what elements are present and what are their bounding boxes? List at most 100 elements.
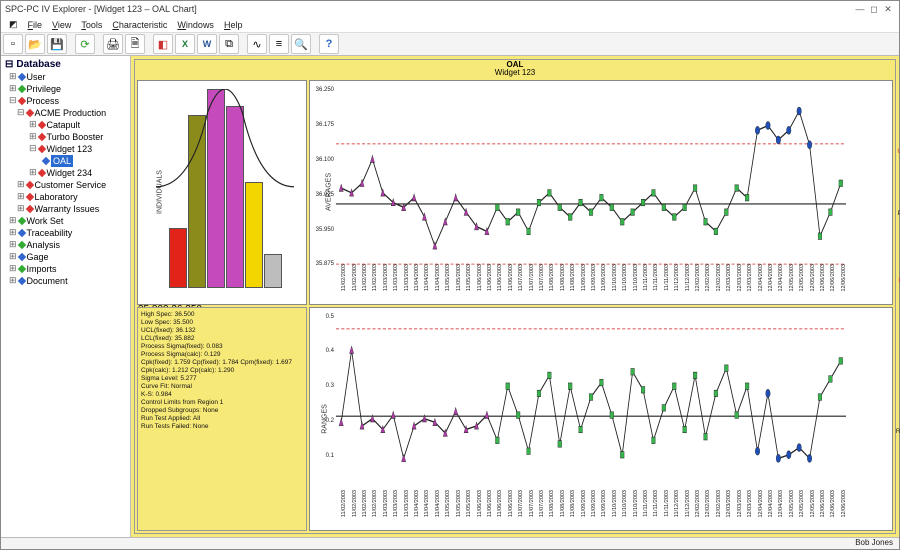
- tree-item-privilege[interactable]: ⊞Privilege: [3, 83, 128, 95]
- x-tick: 11/10/2003: [612, 264, 618, 298]
- x-tick: 12/02/2003: [695, 490, 701, 524]
- zoom-icon[interactable]: 🔍: [291, 34, 311, 54]
- x-tick: 11/12/2003: [685, 490, 691, 524]
- tree-item-customer-service[interactable]: ⊞Customer Service: [3, 179, 128, 191]
- x-tick: 11/08/2003: [560, 490, 566, 524]
- export-word-icon[interactable]: W: [197, 34, 217, 54]
- tree-item-traceability[interactable]: ⊞Traceability: [3, 227, 128, 239]
- x-tick: 11/10/2003: [622, 264, 628, 298]
- status-user: Bob Jones: [855, 538, 893, 547]
- x-tick: 11/03/2003: [404, 264, 410, 298]
- open-icon[interactable]: 📂: [25, 34, 45, 54]
- tree-item-oal[interactable]: OAL: [3, 155, 128, 167]
- x-tick: 11/03/2003: [404, 490, 410, 524]
- export-excel-icon[interactable]: X: [175, 34, 195, 54]
- x-tick: 11/02/2003: [341, 264, 347, 298]
- x-tick: 11/12/2003: [685, 264, 691, 298]
- save-icon[interactable]: 💾: [47, 34, 67, 54]
- x-tick: 11/04/2003: [435, 490, 441, 524]
- tree-item-gage[interactable]: ⊞Gage: [3, 251, 128, 263]
- x-tick: 12/06/2003: [830, 490, 836, 524]
- stat-line: Curve Fit: Normal: [141, 383, 303, 391]
- x-tick: 11/04/2003: [414, 264, 420, 298]
- chart-area: OAL Widget 123 INDIVIDUALS 35.800 36.250: [131, 56, 899, 537]
- x-tick: 12/06/2003: [820, 490, 826, 524]
- x-tick: 12/05/2003: [789, 264, 795, 298]
- print-preview-icon[interactable]: 🗎: [125, 34, 145, 54]
- x-tick: 11/04/2003: [424, 490, 430, 524]
- x-tick: 11/04/2003: [435, 264, 441, 298]
- tree-item-turbo-booster[interactable]: ⊞Turbo Booster: [3, 131, 128, 143]
- new-icon[interactable]: ▫: [3, 34, 23, 54]
- app-icon: ◩: [5, 19, 22, 30]
- x-tick: 11/07/2003: [539, 490, 545, 524]
- x-tick: 12/02/2003: [705, 264, 711, 298]
- x-tick: 12/05/2003: [799, 490, 805, 524]
- tree-item-analysis[interactable]: ⊞Analysis: [3, 239, 128, 251]
- x-tick: 11/06/2003: [477, 490, 483, 524]
- stat-line: UCL(fixed): 36.132: [141, 327, 303, 335]
- stat-line: High Spec: 36.500: [141, 311, 303, 319]
- stat-line: Dropped Subgroups: None: [141, 407, 303, 415]
- x-tick: 11/10/2003: [622, 490, 628, 524]
- tree-item-catapult[interactable]: ⊞Catapult: [3, 119, 128, 131]
- tree-item-warranty-issues[interactable]: ⊞Warranty Issues: [3, 203, 128, 215]
- tree-item-acme-production[interactable]: ⊟ACME Production: [3, 107, 128, 119]
- x-tick: 11/10/2003: [612, 490, 618, 524]
- close-button[interactable]: ✕: [881, 4, 895, 15]
- x-tick: 11/02/2003: [372, 490, 378, 524]
- minimize-button[interactable]: —: [853, 4, 867, 14]
- menu-help[interactable]: Help: [220, 20, 247, 30]
- x-tick: 12/04/2003: [778, 264, 784, 298]
- menu-characteristic[interactable]: Characteristic: [108, 20, 171, 30]
- tree-item-imports[interactable]: ⊞Imports: [3, 263, 128, 275]
- stat-line: Process Sigma(fixed): 0.083: [141, 343, 303, 351]
- copy-icon[interactable]: ⧉: [219, 34, 239, 54]
- refresh-icon[interactable]: ⟳: [75, 34, 95, 54]
- x-tick: 11/03/2003: [393, 264, 399, 298]
- menu-windows[interactable]: Windows: [173, 20, 218, 30]
- menu-tools[interactable]: Tools: [77, 20, 106, 30]
- maximize-button[interactable]: ◻: [867, 4, 881, 15]
- x-tick: 12/02/2003: [695, 264, 701, 298]
- x-tick: 11/06/2003: [508, 490, 514, 524]
- x-tick: 12/06/2003: [820, 264, 826, 298]
- tree-item-process[interactable]: ⊟Process: [3, 95, 128, 107]
- rbar-label: RBAR=0.217: [896, 428, 900, 435]
- x-tick: 11/08/2003: [549, 264, 555, 298]
- x-tick: 11/06/2003: [477, 264, 483, 298]
- x-tick: 11/02/2003: [362, 490, 368, 524]
- print-icon[interactable]: 🖨: [103, 34, 123, 54]
- tree-item-widget-123[interactable]: ⊟Widget 123: [3, 143, 128, 155]
- x-tick: 11/11/2003: [664, 490, 670, 524]
- x-tick: 12/05/2003: [799, 264, 805, 298]
- report-icon[interactable]: ◧: [153, 34, 173, 54]
- status-bar: Bob Jones: [1, 537, 899, 549]
- tree-item-laboratory[interactable]: ⊞Laboratory: [3, 191, 128, 203]
- x-tick: 11/03/2003: [393, 490, 399, 524]
- tree-item-widget-234[interactable]: ⊞Widget 234: [3, 167, 128, 179]
- tree-item-user[interactable]: ⊞User: [3, 71, 128, 83]
- menu-file[interactable]: FFileile: [24, 20, 47, 30]
- tree-item-work-set[interactable]: ⊞Work Set: [3, 215, 128, 227]
- x-tick: 11/12/2003: [674, 264, 680, 298]
- tree-item-document[interactable]: ⊞Document: [3, 275, 128, 287]
- x-tick: 11/07/2003: [539, 264, 545, 298]
- x-tick: 11/08/2003: [560, 264, 566, 298]
- x-tick: 12/03/2003: [747, 490, 753, 524]
- menu-view[interactable]: View: [48, 20, 75, 30]
- histo-bar: [264, 254, 282, 287]
- x-tick: 12/06/2003: [841, 264, 847, 298]
- x-tick: 11/02/2003: [372, 264, 378, 298]
- x-tick: 11/09/2003: [591, 264, 597, 298]
- x-tick: 11/04/2003: [424, 264, 430, 298]
- x-tick: 11/05/2003: [456, 490, 462, 524]
- x-tick: 12/06/2003: [830, 264, 836, 298]
- spec-chart-icon[interactable]: ≡: [269, 34, 289, 54]
- x-tick: 11/06/2003: [497, 264, 503, 298]
- x-tick: 12/03/2003: [726, 264, 732, 298]
- title-bar: SPC-PC IV Explorer - [Widget 123 – OAL C…: [1, 1, 899, 17]
- control-chart-icon[interactable]: ∿: [247, 34, 267, 54]
- help-icon[interactable]: ?: [319, 34, 339, 54]
- histogram-panel: INDIVIDUALS 35.800 36.250: [137, 80, 307, 305]
